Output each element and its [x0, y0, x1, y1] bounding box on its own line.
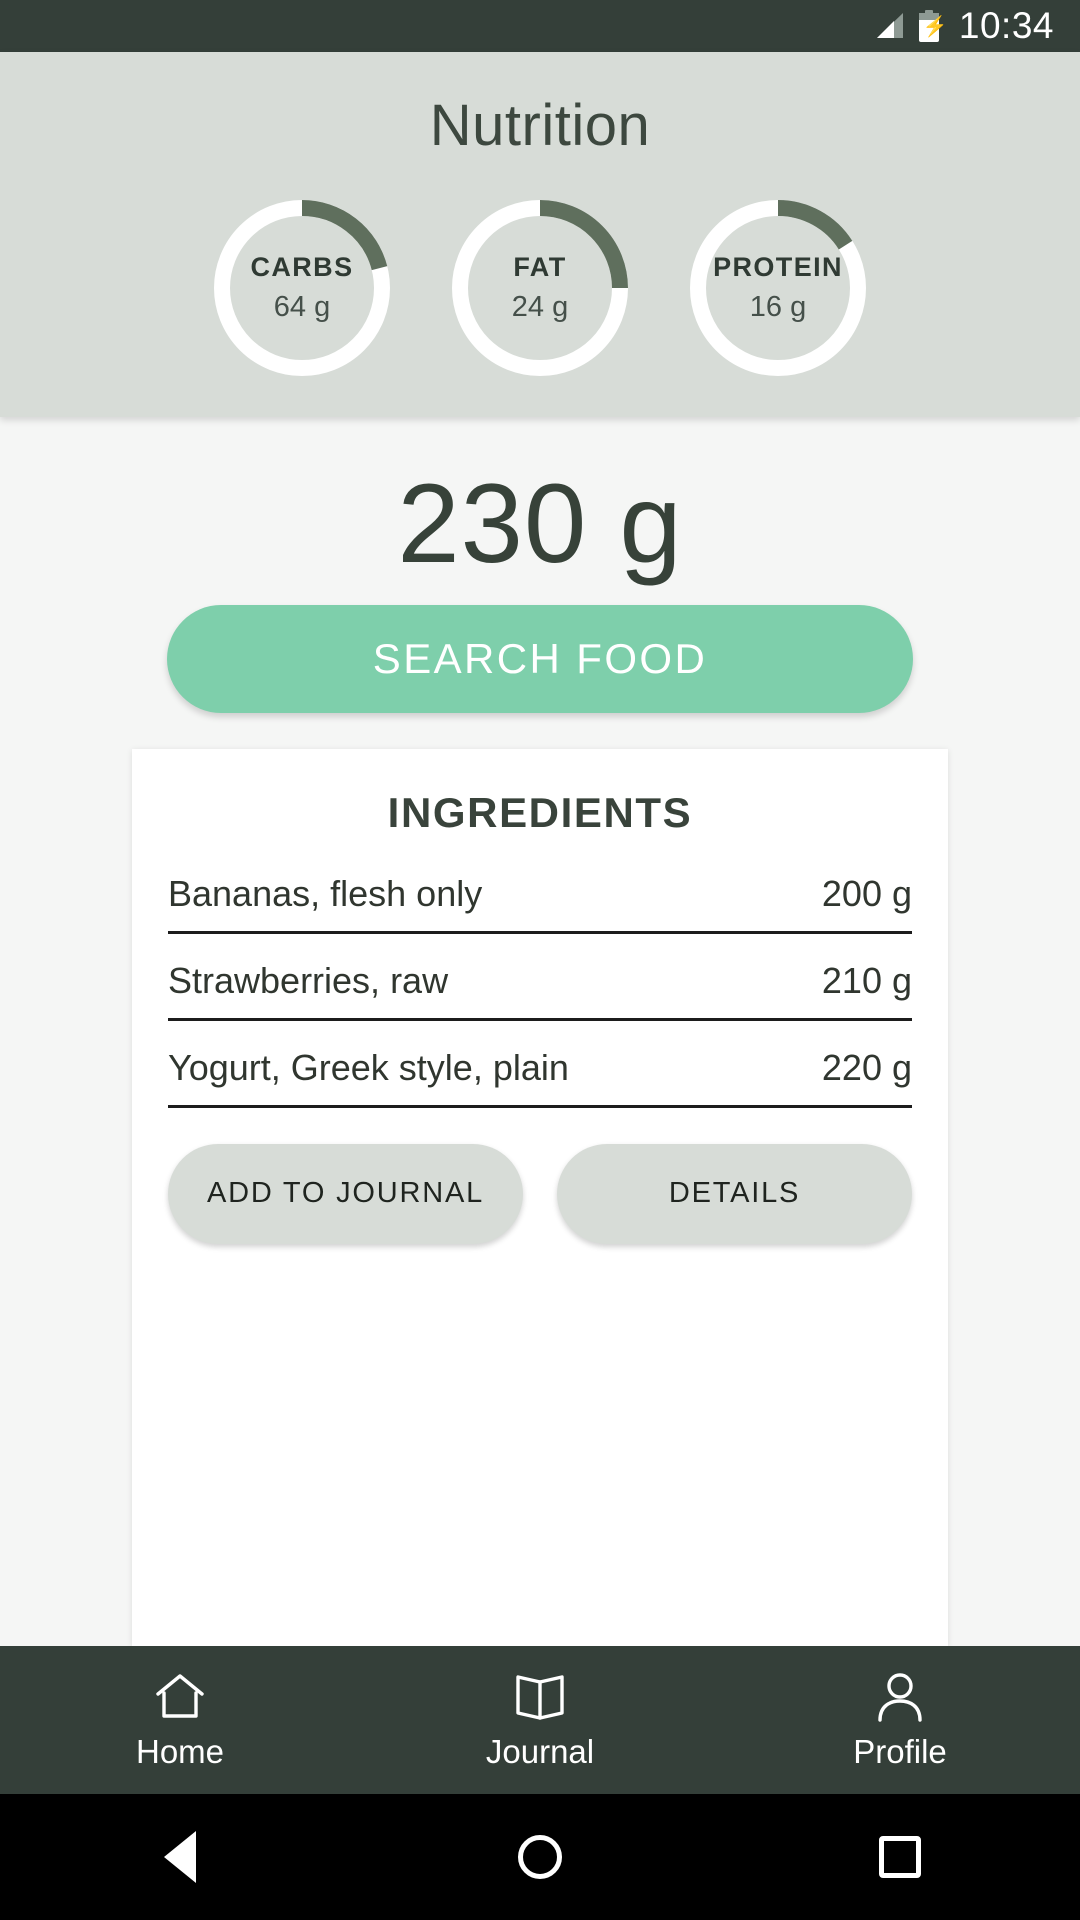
battery-charging-icon: ⚡ [918, 10, 948, 42]
nav-label-profile: Profile [853, 1733, 947, 1770]
macro-donut-carbs: CARBS 64 g [209, 195, 395, 381]
nav-label-journal: Journal [485, 1733, 595, 1770]
recents-square-icon [879, 1836, 921, 1878]
back-triangle-icon [164, 1831, 196, 1883]
ingredient-amount: 200 g [821, 872, 912, 914]
app-root: ⚡ 10:34 Nutrition CARBS 64 g [0, 0, 1080, 1920]
fat-label: FAT [513, 252, 567, 282]
add-to-journal-button[interactable]: ADD TO JOURNAL [168, 1143, 523, 1244]
ingredient-name: Yogurt, Greek style, plain [168, 1046, 569, 1088]
nav-item-home[interactable]: Home [0, 1669, 360, 1771]
system-back-button[interactable] [0, 1831, 360, 1883]
search-food-button[interactable]: SEARCH FOOD [167, 604, 913, 713]
nutrition-header-panel: Nutrition CARBS 64 g FAT 24 g PROTEIN 16… [0, 52, 1080, 417]
home-circle-icon [518, 1835, 562, 1879]
person-icon [869, 1669, 931, 1725]
table-row[interactable]: Bananas, flesh only 200 g [168, 873, 912, 934]
system-home-button[interactable] [360, 1835, 720, 1879]
carbs-value: 64 g [273, 291, 331, 323]
total-weight: 230 g [397, 461, 683, 586]
ingredient-name: Strawberries, raw [168, 959, 449, 1001]
ingredient-amount: 220 g [821, 1046, 912, 1088]
protein-value: 16 g [749, 291, 807, 323]
book-icon [509, 1669, 571, 1725]
nav-item-profile[interactable]: Profile [720, 1669, 1080, 1771]
page-title: Nutrition [429, 93, 651, 158]
protein-label: PROTEIN [713, 252, 843, 282]
ingredient-amount: 210 g [821, 959, 912, 1001]
fat-labels: FAT 24 g [447, 195, 633, 381]
details-button[interactable]: DETAILS [557, 1143, 912, 1244]
ingredients-title: INGREDIENTS [387, 788, 693, 836]
fat-value: 24 g [511, 291, 569, 323]
macro-donut-protein: PROTEIN 16 g [685, 195, 871, 381]
bottom-navigation-bar: Home Journal Profile [0, 1646, 1080, 1794]
carbs-label: CARBS [250, 252, 354, 282]
system-recents-button[interactable] [720, 1836, 1080, 1878]
home-icon [149, 1669, 211, 1725]
main-content: 230 g SEARCH FOOD INGREDIENTS Bananas, f… [0, 417, 1080, 1646]
signal-bars-icon [875, 11, 905, 41]
nav-label-home: Home [135, 1733, 225, 1770]
status-bar: ⚡ 10:34 [0, 0, 1080, 52]
table-row[interactable]: Strawberries, raw 210 g [168, 960, 912, 1021]
carbs-labels: CARBS 64 g [209, 195, 395, 381]
table-row[interactable]: Yogurt, Greek style, plain 220 g [168, 1047, 912, 1108]
macro-donut-fat: FAT 24 g [447, 195, 633, 381]
android-system-navigation [0, 1794, 1080, 1920]
status-icons: ⚡ 10:34 [875, 5, 1054, 47]
ingredient-name: Bananas, flesh only [168, 872, 483, 914]
card-actions: ADD TO JOURNAL DETAILS [168, 1143, 912, 1244]
status-bar-clock: 10:34 [958, 5, 1054, 46]
ingredients-card: INGREDIENTS Bananas, flesh only 200 g St… [132, 748, 948, 1646]
nav-item-journal[interactable]: Journal [360, 1669, 720, 1771]
macro-donut-row: CARBS 64 g FAT 24 g PROTEIN 16 g [0, 195, 1080, 381]
protein-labels: PROTEIN 16 g [685, 195, 871, 381]
